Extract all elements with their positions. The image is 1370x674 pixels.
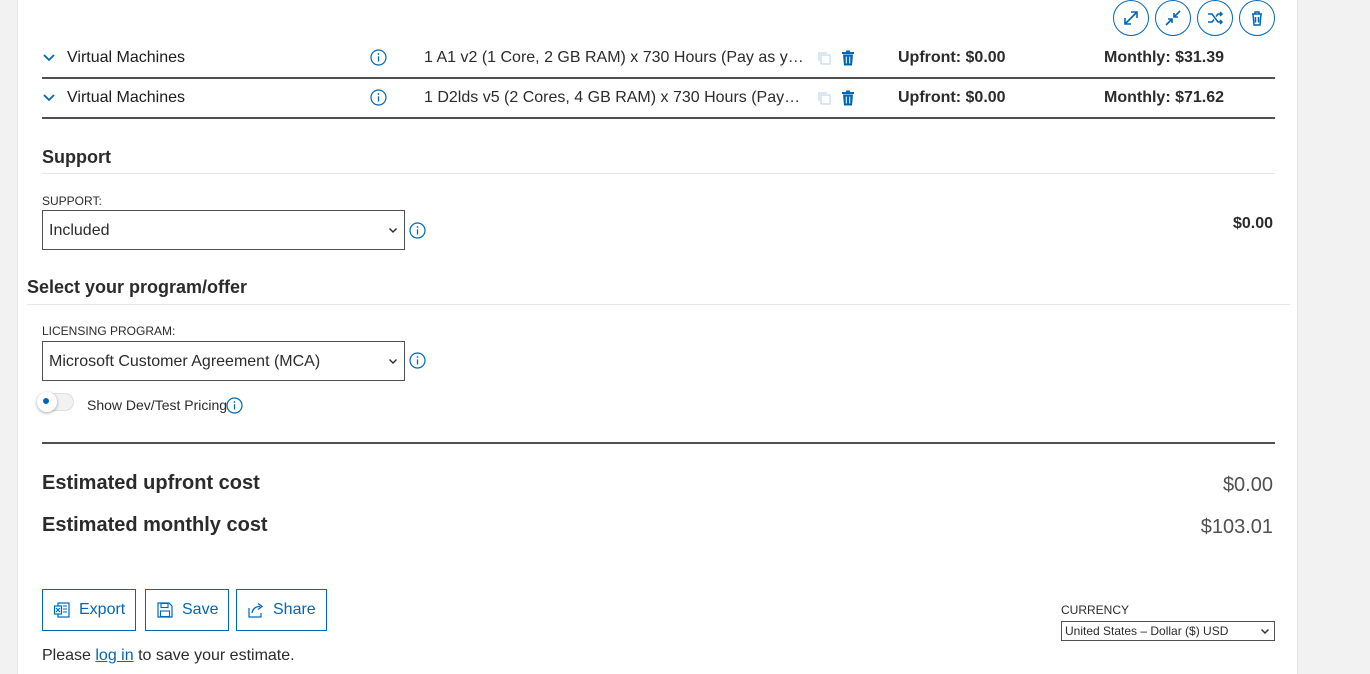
estimated-monthly-label: Estimated monthly cost	[42, 514, 268, 536]
info-icon[interactable]	[370, 49, 387, 66]
chevron-down-icon	[389, 228, 397, 233]
devtest-pricing-label: Show Dev/Test Pricing	[87, 397, 228, 413]
estimate-panel: Virtual Machines 1 A1 v2 (1 Core, 2 GB R…	[17, 0, 1298, 674]
estimate-row: Virtual Machines 1 D2lds v5 (2 Cores, 4 …	[42, 79, 1275, 119]
excel-icon	[53, 602, 70, 618]
support-select[interactable]: Included	[42, 210, 405, 250]
chevron-down-icon[interactable]	[42, 91, 56, 105]
expand-all-button[interactable]	[1113, 0, 1149, 36]
info-icon[interactable]	[370, 89, 387, 106]
chevron-down-icon	[1261, 629, 1269, 634]
support-label: SUPPORT:	[42, 194, 102, 208]
devtest-pricing-toggle[interactable]	[37, 392, 74, 412]
collapse-all-button[interactable]	[1155, 0, 1191, 36]
monthly-cost: Monthly: $31.39	[1104, 49, 1225, 66]
service-name: Virtual Machines	[67, 89, 185, 106]
login-note-prefix: Please	[42, 647, 96, 664]
login-note-suffix: to save your estimate.	[133, 647, 295, 664]
licensing-program-select[interactable]: Microsoft Customer Agreement (MCA)	[42, 341, 405, 381]
save-button[interactable]: Save	[145, 589, 230, 631]
monthly-cost: Monthly: $71.62	[1104, 89, 1225, 106]
export-label: Export	[79, 601, 126, 618]
delete-all-button[interactable]	[1239, 0, 1275, 36]
share-label: Share	[273, 601, 316, 618]
expand-icon	[1124, 11, 1138, 25]
support-section-title: Support	[42, 147, 111, 167]
info-icon[interactable]	[409, 222, 426, 239]
save-icon	[157, 602, 173, 618]
estimated-upfront-label: Estimated upfront cost	[42, 472, 260, 494]
service-name: Virtual Machines	[67, 49, 185, 66]
currency-selected: United States – Dollar ($) USD	[1065, 624, 1229, 638]
chevron-down-icon	[389, 359, 397, 364]
collapse-icon	[1165, 10, 1181, 26]
totals-divider	[42, 442, 1275, 444]
login-note: Please log in to save your estimate.	[42, 647, 295, 665]
trash-icon	[1252, 11, 1262, 26]
row-description: 1 A1 v2 (1 Core, 2 GB RAM) x 730 Hours (…	[424, 49, 804, 66]
support-selected: Included	[49, 222, 110, 239]
licensing-program-selected: Microsoft Customer Agreement (MCA)	[49, 353, 321, 370]
info-icon[interactable]	[226, 397, 243, 414]
row-description: 1 D2lds v5 (2 Cores, 4 GB RAM) x 730 Hou…	[424, 89, 804, 106]
upfront-cost: Upfront: $0.00	[898, 49, 1006, 66]
copy-icon[interactable]	[817, 91, 831, 105]
estimate-row: Virtual Machines 1 A1 v2 (1 Core, 2 GB R…	[42, 39, 1275, 79]
login-link[interactable]: log in	[95, 647, 133, 664]
chevron-down-icon[interactable]	[42, 51, 56, 65]
divider	[42, 173, 1275, 174]
copy-icon[interactable]	[817, 51, 831, 65]
currency-select[interactable]: United States – Dollar ($) USD	[1061, 621, 1275, 641]
toggle-knob	[37, 392, 57, 412]
support-price: $0.00	[1232, 215, 1273, 232]
trash-icon[interactable]	[841, 50, 855, 66]
reorder-button[interactable]	[1197, 0, 1233, 36]
save-label: Save	[182, 601, 219, 618]
shuffle-icon	[1208, 11, 1224, 25]
estimated-monthly-value: $103.01	[1200, 516, 1273, 538]
estimated-upfront-value: $0.00	[1222, 474, 1273, 496]
share-button[interactable]: Share	[236, 589, 327, 631]
export-button[interactable]: Export	[42, 589, 137, 631]
info-icon[interactable]	[409, 352, 426, 369]
currency-label: CURRENCY	[1061, 603, 1130, 617]
licensing-program-label: LICENSING PROGRAM:	[42, 324, 176, 338]
divider	[27, 304, 1290, 305]
share-icon	[248, 602, 264, 618]
upfront-cost: Upfront: $0.00	[898, 89, 1006, 106]
trash-icon[interactable]	[841, 90, 855, 106]
toggle-dot	[43, 398, 49, 404]
program-section-title: Select your program/offer	[27, 277, 248, 297]
